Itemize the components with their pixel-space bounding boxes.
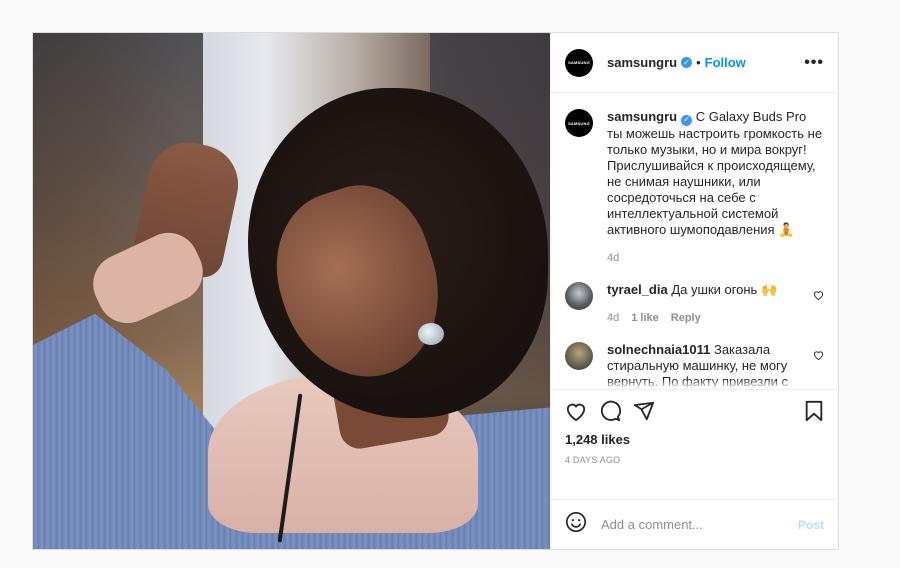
share-icon[interactable]: [633, 400, 655, 422]
commenter-avatar[interactable]: [565, 341, 593, 370]
comment-text: Да ушки огонь 🙌: [671, 281, 778, 297]
post-date[interactable]: 4 DAYS AGO: [565, 455, 824, 465]
post-header: SAMSUNG samsungru ✓ • Follow •••: [551, 33, 838, 93]
avatar-logo-text: SAMSUNG: [568, 60, 590, 65]
comment-item: tyrael_dia Да ушки огонь 🙌 4d 1 like Rep…: [565, 281, 824, 326]
comment-likes[interactable]: 1 like: [631, 310, 659, 326]
caption-text: С Galaxy Buds Pro ты можешь настроить гр…: [607, 109, 823, 237]
comment-username[interactable]: solnechnaia1011: [607, 342, 710, 357]
verified-icon: ✓: [681, 57, 693, 68]
follow-button[interactable]: Follow: [705, 55, 746, 70]
verified-icon: ✓: [681, 114, 693, 126]
reply-button[interactable]: Reply: [671, 310, 701, 326]
comment-age[interactable]: 4d: [607, 310, 619, 326]
likes-count[interactable]: 1,248 likes: [565, 432, 824, 447]
commenter-avatar[interactable]: [565, 281, 593, 310]
add-comment-bar: Post: [551, 499, 838, 549]
author-avatar[interactable]: SAMSUNG: [565, 48, 593, 77]
smiley-icon[interactable]: [565, 511, 587, 538]
post-photo[interactable]: [33, 33, 550, 549]
caption-entry: SAMSUNG samsungru ✓ С Galaxy Buds Pro ты …: [565, 109, 824, 266]
more-options-icon[interactable]: •••: [804, 54, 824, 72]
caption-age[interactable]: 4d: [607, 250, 619, 266]
heart-icon[interactable]: [565, 401, 587, 421]
caption-avatar[interactable]: SAMSUNG: [565, 109, 593, 137]
bookmark-icon[interactable]: [804, 400, 824, 422]
photo-earbud: [418, 323, 444, 345]
comments-fade: [551, 379, 838, 389]
comment-username[interactable]: tyrael_dia: [607, 282, 668, 297]
post-side-panel: SAMSUNG samsungru ✓ • Follow ••• SAMSUNG…: [550, 33, 838, 549]
comments-list[interactable]: SAMSUNG samsungru ✓ С Galaxy Buds Pro ты …: [551, 93, 838, 389]
post-actions: 1,248 likes 4 DAYS AGO: [551, 389, 838, 499]
comment-icon[interactable]: [599, 400, 621, 422]
post-comment-button[interactable]: Post: [798, 518, 824, 532]
avatar-logo-text: SAMSUNG: [568, 120, 590, 126]
instagram-post: SAMSUNG samsungru ✓ • Follow ••• SAMSUNG…: [32, 32, 839, 550]
separator-dot: •: [696, 55, 701, 70]
add-comment-input[interactable]: [601, 517, 784, 532]
caption-username[interactable]: samsungru: [607, 109, 677, 124]
author-username[interactable]: samsungru: [607, 55, 677, 70]
comment-like-heart-icon[interactable]: [813, 290, 824, 326]
